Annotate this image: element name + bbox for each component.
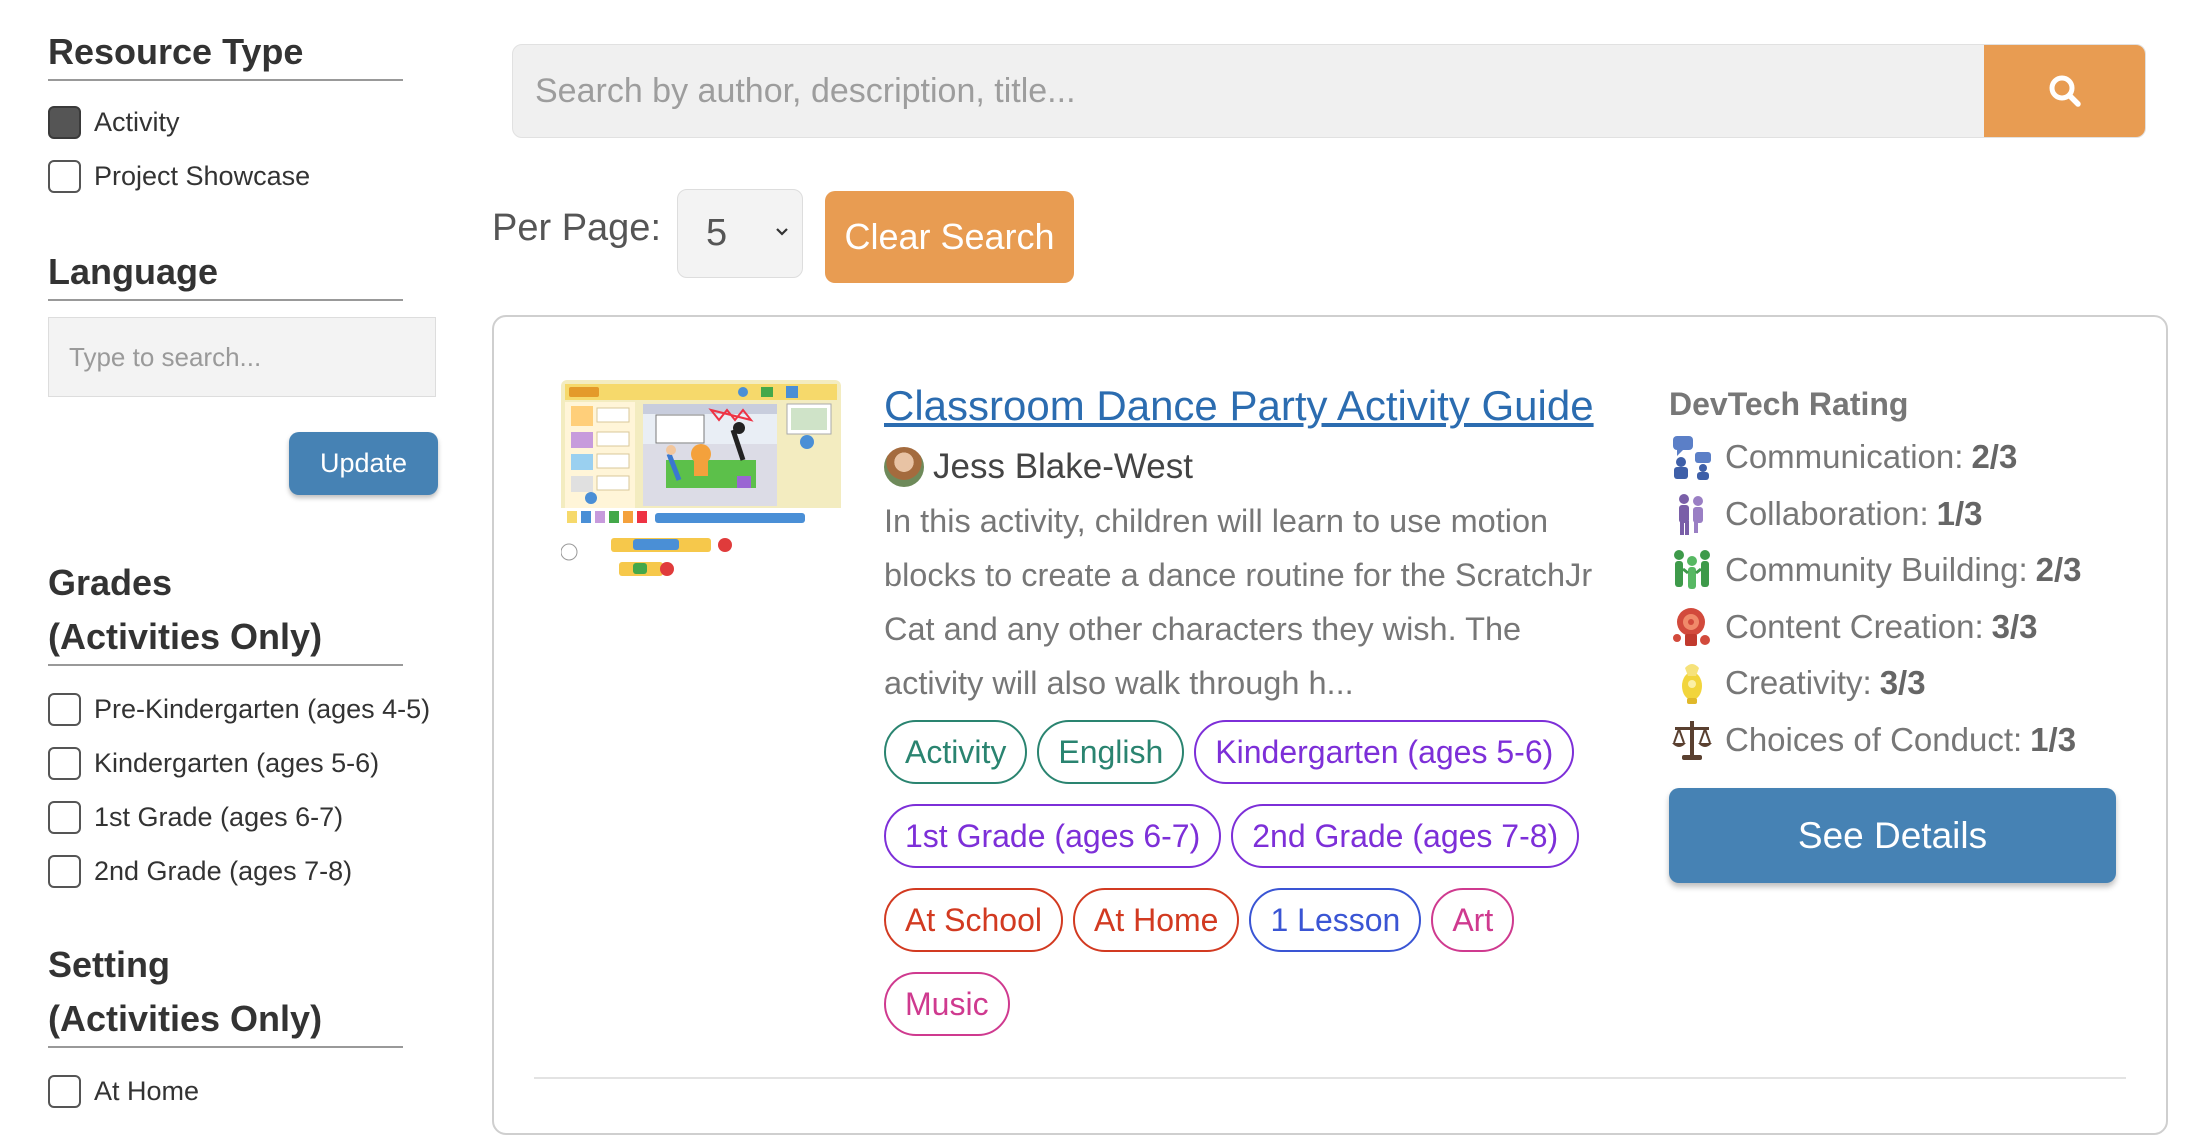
per-page-select[interactable]: 5 bbox=[677, 189, 803, 278]
filter-label: 1st Grade (ages 6-7) bbox=[94, 801, 344, 832]
at-home-checkbox[interactable] bbox=[48, 1074, 81, 1108]
filter-label: Pre-Kindergarten (ages 4-5) bbox=[94, 693, 431, 724]
rating-value: 3/3 bbox=[1879, 664, 1926, 702]
see-details-button[interactable]: See Details bbox=[1669, 788, 2116, 883]
activity-checkbox[interactable] bbox=[48, 105, 81, 139]
resource-author: Jess Blake-West bbox=[884, 447, 1193, 487]
resource-type-heading: Resource Type bbox=[48, 25, 403, 81]
resource-type-section: Resource Type Activity Project Showcase bbox=[48, 25, 403, 203]
grades-subheading: (Activities Only) bbox=[48, 610, 403, 666]
tag-1st-grade[interactable]: 1st Grade (ages 6-7) bbox=[884, 804, 1222, 868]
card-divider bbox=[534, 1077, 2126, 1079]
rating-label: Collaboration: bbox=[1725, 494, 1929, 532]
rating-label: Content Creation: bbox=[1725, 607, 1984, 645]
filter-label: 2nd Grade (ages 7-8) bbox=[94, 855, 353, 886]
rating-creativity: Creativity: 3/3 bbox=[1669, 655, 2129, 712]
resource-thumbnail[interactable] bbox=[561, 380, 841, 580]
rating-community-building: Community Building: 2/3 bbox=[1669, 542, 2129, 599]
tag-kindergarten[interactable]: Kindergarten (ages 5-6) bbox=[1194, 720, 1575, 784]
tag-music[interactable]: Music bbox=[884, 972, 1010, 1036]
resource-tags: Activity English Kindergarten (ages 5-6)… bbox=[884, 720, 1644, 1056]
per-page-label: Per Page: bbox=[492, 207, 661, 249]
rating-value: 1/3 bbox=[2030, 720, 2077, 758]
tag-art[interactable]: Art bbox=[1431, 888, 1515, 952]
1st-grade-checkbox[interactable] bbox=[48, 800, 81, 834]
rating-value: 1/3 bbox=[1936, 494, 1983, 532]
filter-project-showcase[interactable]: Project Showcase bbox=[48, 149, 403, 203]
choices-of-conduct-icon bbox=[1672, 720, 1712, 760]
update-button[interactable]: Update bbox=[289, 432, 438, 495]
content-creation-icon bbox=[1673, 607, 1710, 646]
chevron-down-icon bbox=[776, 228, 788, 236]
tag-at-home[interactable]: At Home bbox=[1072, 888, 1240, 952]
rating-content-creation: Content Creation: 3/3 bbox=[1669, 599, 2129, 656]
filter-1st-grade[interactable]: 1st Grade (ages 6-7) bbox=[48, 790, 430, 844]
tag-1-lesson[interactable]: 1 Lesson bbox=[1249, 888, 1422, 952]
setting-section: Setting (Activities Only) At Home bbox=[48, 938, 403, 1118]
project-showcase-checkbox[interactable] bbox=[48, 159, 81, 193]
rating-value: 3/3 bbox=[1991, 607, 2038, 645]
filter-at-home[interactable]: At Home bbox=[48, 1064, 403, 1118]
avatar bbox=[884, 447, 924, 487]
search-button[interactable] bbox=[1984, 45, 2145, 137]
resource-title-link[interactable]: Classroom Dance Party Activity Guide bbox=[884, 382, 1594, 430]
rating-value: 2/3 bbox=[1971, 438, 2018, 476]
creativity-icon bbox=[1682, 664, 1702, 705]
language-search-input[interactable] bbox=[48, 317, 436, 397]
rating-label: Communication: bbox=[1725, 438, 1964, 476]
filter-activity[interactable]: Activity bbox=[48, 95, 403, 149]
rating-label: Choices of Conduct: bbox=[1725, 720, 2023, 758]
filter-label: Kindergarten (ages 5-6) bbox=[94, 747, 380, 778]
filter-label: Project Showcase bbox=[94, 160, 311, 191]
rating-title: DevTech Rating bbox=[1669, 386, 1909, 422]
setting-subheading: (Activities Only) bbox=[48, 992, 403, 1048]
filter-label: Activity bbox=[94, 106, 180, 137]
tag-english[interactable]: English bbox=[1037, 720, 1185, 784]
rating-communication: Communication: 2/3 bbox=[1669, 429, 2129, 486]
setting-heading: Setting bbox=[48, 944, 170, 985]
language-section: Language Update bbox=[48, 245, 438, 495]
clear-search-button[interactable]: Clear Search bbox=[825, 191, 1074, 283]
resource-card: Classroom Dance Party Activity Guide Jes… bbox=[492, 315, 2168, 1135]
rating-choices-of-conduct: Choices of Conduct: 1/3 bbox=[1669, 712, 2129, 769]
language-heading: Language bbox=[48, 245, 403, 301]
communication-icon bbox=[1673, 436, 1711, 481]
devtech-rating: DevTech Rating Communication: 2/3 Collab… bbox=[1669, 379, 2129, 768]
grades-heading: Grades bbox=[48, 562, 173, 603]
search-input[interactable] bbox=[513, 45, 1988, 137]
rating-label: Community Building: bbox=[1725, 551, 2028, 589]
search-icon bbox=[2049, 75, 2081, 107]
tag-activity[interactable]: Activity bbox=[884, 720, 1028, 784]
pre-kindergarten-checkbox[interactable] bbox=[48, 692, 81, 726]
tag-2nd-grade[interactable]: 2nd Grade (ages 7-8) bbox=[1231, 804, 1580, 868]
grades-section: Grades (Activities Only) Pre-Kindergarte… bbox=[48, 556, 430, 898]
author-name: Jess Blake-West bbox=[933, 447, 1193, 486]
rating-collaboration: Collaboration: 1/3 bbox=[1669, 486, 2129, 543]
resource-description: In this activity, children will learn to… bbox=[884, 503, 1593, 701]
rating-label: Creativity: bbox=[1725, 664, 1872, 702]
filter-2nd-grade[interactable]: 2nd Grade (ages 7-8) bbox=[48, 844, 430, 898]
per-page-value: 5 bbox=[706, 212, 728, 254]
tag-at-school[interactable]: At School bbox=[884, 888, 1063, 952]
filter-pre-kindergarten[interactable]: Pre-Kindergarten (ages 4-5) bbox=[48, 682, 430, 736]
kindergarten-checkbox[interactable] bbox=[48, 746, 81, 780]
collaboration-icon bbox=[1679, 493, 1703, 535]
2nd-grade-checkbox[interactable] bbox=[48, 854, 81, 888]
community-building-icon bbox=[1674, 550, 1710, 590]
search-bar bbox=[512, 44, 2146, 138]
rating-value: 2/3 bbox=[2035, 551, 2082, 589]
filter-label: At Home bbox=[94, 1075, 200, 1106]
filter-kindergarten[interactable]: Kindergarten (ages 5-6) bbox=[48, 736, 430, 790]
